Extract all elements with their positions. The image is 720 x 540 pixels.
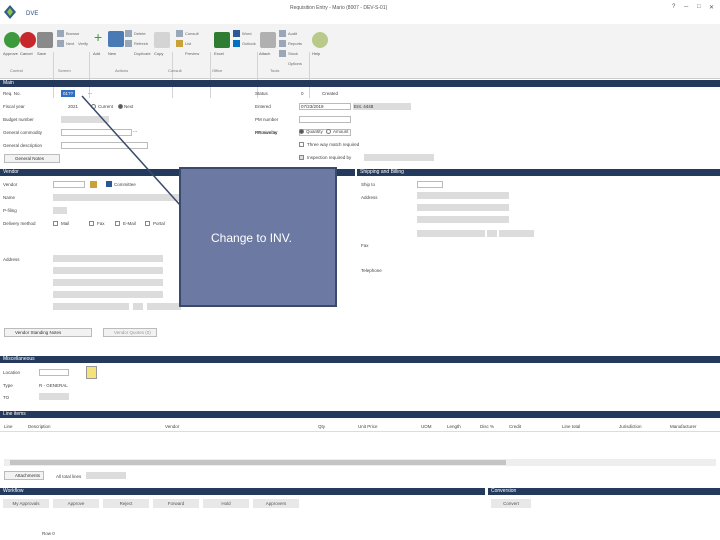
to-input (39, 393, 69, 400)
scrollbar-thumb[interactable] (10, 460, 506, 465)
forward-button[interactable]: Forward (153, 499, 199, 508)
col-jurisdiction[interactable]: Jurisdiction (619, 424, 642, 429)
horizontal-scrollbar[interactable] (4, 459, 716, 466)
conversion-header: Conversion (488, 488, 720, 495)
location-input[interactable] (39, 369, 69, 376)
to-label: TO (3, 395, 10, 400)
annotation-callout: Change to INV. (179, 167, 337, 307)
location-note-icon[interactable] (86, 366, 97, 379)
hold-button[interactable]: Hold (203, 499, 249, 508)
type-value: R - GENERAL (39, 383, 68, 388)
location-label: Location (3, 370, 21, 375)
callout-text: Change to INV. (211, 231, 292, 245)
all-total-value (86, 472, 126, 479)
convert-button[interactable]: Convert (491, 499, 531, 508)
approve-wf-button[interactable]: Approve (53, 499, 99, 508)
type-label: Type (3, 383, 13, 388)
col-qty[interactable]: Qty (318, 424, 325, 429)
workflow-header: Workflow (0, 488, 485, 495)
col-line-total[interactable]: Line total (562, 424, 580, 429)
col-description[interactable]: Description (28, 424, 51, 429)
col-line[interactable]: Line (4, 424, 13, 429)
approvers-button[interactable]: Approvers (253, 499, 299, 508)
reject-button[interactable]: Reject (103, 499, 149, 508)
grid-divider (0, 431, 720, 432)
misc-section-header: Miscellaneous (0, 356, 720, 363)
col-vendor[interactable]: Vendor (165, 424, 179, 429)
col-manufacturer[interactable]: Manufacturer (670, 424, 697, 429)
row-count: Row 0 (42, 531, 55, 536)
col-unit-price[interactable]: Unit Price (358, 424, 378, 429)
my-approvals-button[interactable]: My Approvals (3, 499, 49, 508)
attachments-button[interactable]: Attachments (4, 471, 44, 480)
all-total-label: All total lines (56, 474, 82, 479)
line-items-header: Line items (0, 411, 720, 418)
col-length[interactable]: Length (447, 424, 461, 429)
col-uom[interactable]: UOM (421, 424, 432, 429)
col-credit[interactable]: Credit (509, 424, 521, 429)
col-disc[interactable]: Disc % (480, 424, 494, 429)
